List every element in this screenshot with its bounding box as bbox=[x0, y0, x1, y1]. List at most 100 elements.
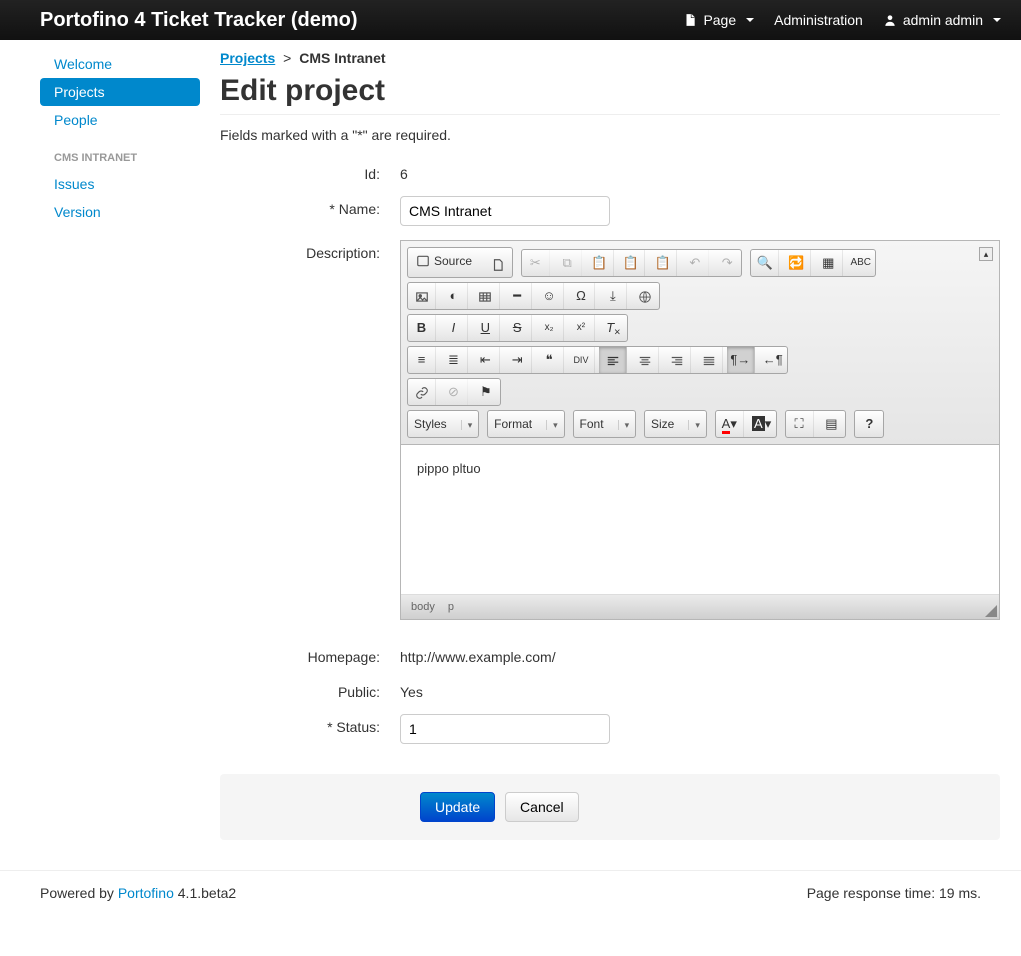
id-value: 6 bbox=[400, 161, 1000, 182]
iframe-button[interactable] bbox=[631, 283, 659, 309]
subscript-button[interactable]: x₂ bbox=[536, 315, 564, 341]
sidebar: Welcome Projects People CMS INTRANET Iss… bbox=[40, 50, 200, 840]
justifyright-button[interactable] bbox=[663, 347, 691, 373]
nav-user-label: admin admin bbox=[903, 12, 983, 28]
rich-text-editor: Source ✂ ⧉ 📋 📋 📋 ↶ bbox=[400, 240, 1000, 620]
styles-combo[interactable]: Styles▾ bbox=[407, 410, 479, 438]
breadcrumb-root-link[interactable]: Projects bbox=[220, 50, 275, 66]
bgcolor-button[interactable]: A▾ bbox=[748, 411, 776, 437]
align-right-icon bbox=[670, 354, 684, 368]
anchor-button[interactable]: ⚑ bbox=[472, 379, 500, 405]
font-combo[interactable]: Font▾ bbox=[573, 410, 637, 438]
breadcrumb-current: CMS Intranet bbox=[299, 50, 385, 66]
selectall-button[interactable]: ▦ bbox=[815, 250, 843, 276]
removeformat-button[interactable]: T× bbox=[599, 315, 627, 341]
name-input[interactable] bbox=[400, 196, 610, 226]
maximize-button[interactable]: ⛶ bbox=[786, 411, 814, 437]
breadcrumb-separator: > bbox=[283, 50, 291, 66]
public-value: Yes bbox=[400, 679, 1000, 700]
name-label: * Name: bbox=[220, 196, 400, 217]
cut-button[interactable]: ✂ bbox=[522, 250, 550, 276]
footer-response-time: Page response time: 19 ms. bbox=[807, 885, 981, 901]
table-button[interactable] bbox=[472, 283, 500, 309]
image-icon bbox=[415, 290, 429, 304]
nav-administration[interactable]: Administration bbox=[774, 12, 863, 28]
sidebar-item-issues[interactable]: Issues bbox=[40, 170, 200, 198]
cancel-button[interactable]: Cancel bbox=[505, 792, 579, 822]
smiley-button[interactable]: ☺ bbox=[536, 283, 564, 309]
homepage-value: http://www.example.com/ bbox=[400, 644, 1000, 665]
replace-button[interactable]: 🔁 bbox=[783, 250, 811, 276]
editor-resizer[interactable] bbox=[985, 605, 997, 617]
link-button[interactable] bbox=[408, 379, 436, 405]
sidebar-item-version[interactable]: Version bbox=[40, 198, 200, 226]
image-button[interactable] bbox=[408, 283, 436, 309]
strike-button[interactable]: S bbox=[504, 315, 532, 341]
italic-button[interactable]: I bbox=[440, 315, 468, 341]
justifyblock-button[interactable] bbox=[695, 347, 723, 373]
redo-button[interactable]: ↷ bbox=[713, 250, 741, 276]
source-button[interactable]: Source bbox=[408, 248, 480, 274]
paste-button[interactable]: 📋 bbox=[586, 250, 614, 276]
bold-button[interactable]: B bbox=[408, 315, 436, 341]
copy-button[interactable]: ⧉ bbox=[554, 250, 582, 276]
sidebar-item-projects[interactable]: Projects bbox=[40, 78, 200, 106]
find-button[interactable]: 🔍 bbox=[751, 250, 779, 276]
justifyleft-button[interactable] bbox=[599, 347, 627, 373]
nav-user-dropdown[interactable]: admin admin bbox=[883, 12, 1001, 28]
bidi-ltr-button[interactable]: ¶→ bbox=[727, 347, 755, 373]
footer-portofino-link[interactable]: Portofino bbox=[118, 885, 174, 901]
align-justify-icon bbox=[702, 354, 716, 368]
footer: Powered by Portofino 4.1.beta2 Page resp… bbox=[0, 870, 1021, 915]
outdent-button[interactable]: ⇤ bbox=[472, 347, 500, 373]
size-combo[interactable]: Size▾ bbox=[644, 410, 707, 438]
newpage-icon bbox=[491, 258, 505, 272]
nav-page-dropdown[interactable]: Page bbox=[683, 12, 754, 28]
spellcheck-button[interactable]: ABC bbox=[847, 250, 875, 276]
sidebar-section-header: CMS INTRANET bbox=[40, 134, 200, 170]
editor-statusbar: body p bbox=[401, 595, 999, 619]
align-left-icon bbox=[606, 354, 620, 368]
bidi-rtl-button[interactable]: ←¶ bbox=[759, 347, 787, 373]
page-icon bbox=[683, 13, 697, 27]
source-icon bbox=[416, 254, 430, 268]
superscript-button[interactable]: x² bbox=[567, 315, 595, 341]
public-label: Public: bbox=[220, 679, 400, 700]
nav-page-label: Page bbox=[703, 12, 736, 28]
numberedlist-button[interactable]: ≡ bbox=[408, 347, 436, 373]
title-rule bbox=[220, 114, 1000, 115]
pagebreak-button[interactable]: ⤓ bbox=[599, 283, 627, 309]
sidebar-item-welcome[interactable]: Welcome bbox=[40, 50, 200, 78]
status-input[interactable] bbox=[400, 714, 610, 744]
app-brand: Portofino 4 Ticket Tracker (demo) bbox=[40, 9, 358, 32]
blockquote-button[interactable]: ❝ bbox=[536, 347, 564, 373]
unlink-button[interactable]: ⊘ bbox=[440, 379, 468, 405]
editor-content[interactable]: pippo pltuo bbox=[401, 445, 999, 595]
format-combo[interactable]: Format▾ bbox=[487, 410, 565, 438]
showblocks-button[interactable]: ▤ bbox=[817, 411, 845, 437]
about-button[interactable]: ? bbox=[855, 411, 883, 437]
undo-button[interactable]: ↶ bbox=[681, 250, 709, 276]
underline-button[interactable]: U bbox=[472, 315, 500, 341]
flash-button[interactable]: ◐ bbox=[440, 283, 468, 309]
specialchar-button[interactable]: Ω bbox=[567, 283, 595, 309]
paste-word-button[interactable]: 📋 bbox=[649, 250, 677, 276]
globe-icon bbox=[638, 290, 652, 304]
editor-path-body[interactable]: body bbox=[411, 601, 435, 613]
creatediv-button[interactable]: DIV bbox=[567, 347, 595, 373]
toolbar-collapse-button[interactable]: ▴ bbox=[979, 247, 993, 261]
sidebar-item-people[interactable]: People bbox=[40, 106, 200, 134]
hr-button[interactable]: ━ bbox=[504, 283, 532, 309]
textcolor-button[interactable]: A▾ bbox=[716, 411, 744, 437]
update-button[interactable]: Update bbox=[420, 792, 495, 822]
indent-button[interactable]: ⇥ bbox=[504, 347, 532, 373]
link-icon bbox=[415, 386, 429, 400]
main-content: Projects > CMS Intranet Edit project Fie… bbox=[220, 50, 1000, 840]
newpage-button[interactable] bbox=[484, 251, 512, 277]
description-label: Description: bbox=[220, 240, 400, 261]
paste-text-button[interactable]: 📋 bbox=[617, 250, 645, 276]
justifycenter-button[interactable] bbox=[631, 347, 659, 373]
actions-bar: Update Cancel bbox=[220, 774, 1000, 840]
editor-path-p[interactable]: p bbox=[448, 601, 454, 613]
bulletedlist-button[interactable]: ≣ bbox=[440, 347, 468, 373]
